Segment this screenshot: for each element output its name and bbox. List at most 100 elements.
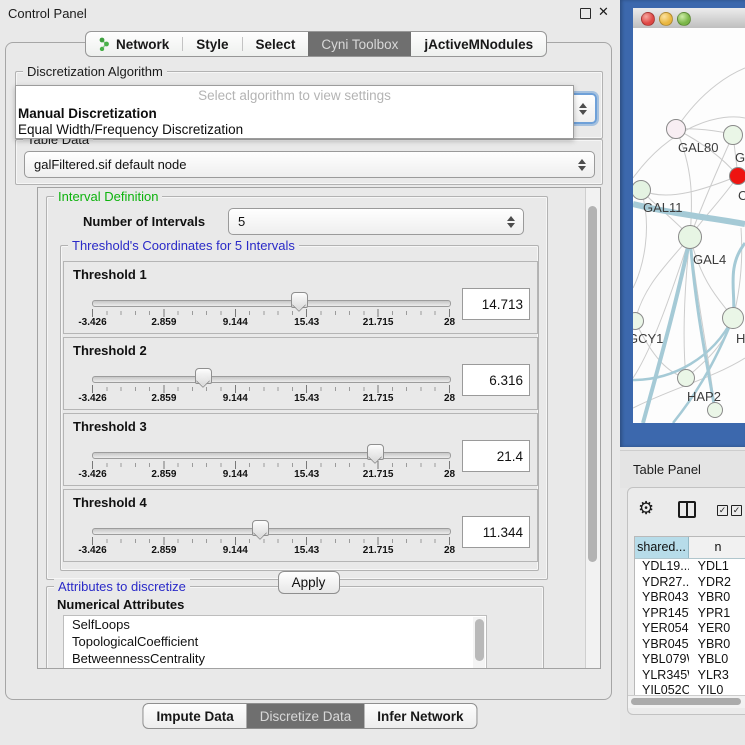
network-node[interactable] bbox=[707, 402, 723, 418]
tick-label: 21.715 bbox=[363, 393, 394, 404]
table-data-combobox[interactable]: galFiltered.sif default node bbox=[24, 151, 595, 178]
cell-name: YBL0 bbox=[689, 652, 745, 668]
numerical-attributes-list[interactable]: SelfLoopsTopologicalCoefficientBetweenne… bbox=[63, 615, 487, 669]
slider-thumb[interactable] bbox=[367, 444, 384, 460]
slider-ticks bbox=[92, 537, 450, 545]
column-header-name[interactable]: n bbox=[689, 537, 745, 558]
node-label-h: H bbox=[736, 331, 745, 346]
tick-label: 28 bbox=[444, 545, 455, 556]
table-row[interactable]: YER054CYER0 bbox=[635, 621, 745, 637]
table-panel-title: Table Panel bbox=[633, 462, 701, 477]
network-node-c[interactable] bbox=[729, 167, 745, 185]
table-row[interactable]: YBR045CYBR0 bbox=[635, 637, 745, 653]
network-canvas[interactable]: GAL80GACGAL11GAL4GCY1HHAP2 bbox=[633, 28, 745, 423]
thresholds-title: Threshold's Coordinates for 5 Intervals bbox=[68, 238, 299, 253]
tick-label: 15.43 bbox=[294, 545, 319, 556]
close-icon[interactable]: ✕ bbox=[598, 4, 609, 20]
attributes-scrollbar[interactable] bbox=[473, 617, 485, 669]
network-node-gal80[interactable] bbox=[666, 119, 686, 139]
network-icon bbox=[99, 37, 110, 51]
slider-thumb[interactable] bbox=[195, 368, 212, 384]
table-row[interactable]: YPR145WYPR1 bbox=[635, 606, 745, 622]
table-row[interactable]: YDR27...YDR2 bbox=[635, 575, 745, 591]
apply-button[interactable]: Apply bbox=[278, 571, 340, 594]
attribute-item[interactable]: TopologicalCoefficient bbox=[64, 633, 486, 650]
attribute-item[interactable]: SelfLoops bbox=[64, 616, 486, 633]
slider-track[interactable] bbox=[92, 376, 451, 383]
cyni-toolbox-panel: Discretization Algorithm Select algorith… bbox=[5, 42, 612, 700]
table-row[interactable]: YDL19...YDL1 bbox=[635, 559, 745, 575]
threshold-value-field[interactable]: 14.713 bbox=[462, 288, 530, 320]
tab-cyni-toolbox[interactable]: Cyni Toolbox bbox=[308, 32, 411, 56]
tick-label: 9.144 bbox=[223, 393, 248, 404]
threshold-label: Threshold 1 bbox=[73, 267, 147, 282]
table-row[interactable]: YBL079WYBL0 bbox=[635, 652, 745, 668]
tab-style[interactable]: Style bbox=[183, 32, 241, 56]
cell-name: YLR3 bbox=[689, 668, 745, 684]
scrollbar-thumb[interactable] bbox=[631, 698, 741, 705]
slider-thumb[interactable] bbox=[252, 520, 269, 536]
float-window-icon[interactable] bbox=[580, 8, 591, 19]
table-row[interactable]: YLR345WYLR3 bbox=[635, 668, 745, 684]
network-node-ga[interactable] bbox=[723, 125, 743, 145]
cell-name: YBR0 bbox=[689, 590, 745, 606]
network-node-gal4[interactable] bbox=[678, 225, 702, 249]
threshold-label: Threshold 3 bbox=[73, 419, 147, 434]
cell-shared-name: YBR045C bbox=[635, 637, 689, 653]
threshold-label: Threshold 2 bbox=[73, 343, 147, 358]
bottom-tabbar: Impute DataDiscretize DataInfer Network bbox=[142, 703, 477, 729]
tab-infer-network[interactable]: Infer Network bbox=[364, 704, 476, 728]
table-data-group: Table Data galFiltered.sif default node bbox=[15, 139, 603, 185]
tab-impute-data[interactable]: Impute Data bbox=[143, 704, 246, 728]
cell-shared-name: YDL19... bbox=[635, 559, 689, 575]
node-label-ga: GA bbox=[735, 150, 745, 165]
num-intervals-combobox[interactable]: 5 bbox=[228, 208, 524, 235]
tick-label: 21.715 bbox=[363, 469, 394, 480]
attribute-item[interactable]: BetweennessCentrality bbox=[64, 650, 486, 667]
slider-thumb[interactable] bbox=[291, 292, 308, 308]
table-panel-titlebar: Table Panel bbox=[620, 450, 745, 488]
scrollbar-thumb[interactable] bbox=[588, 206, 597, 562]
popup-hint-item[interactable]: Select algorithm to view settings bbox=[16, 86, 573, 106]
tick-label: 28 bbox=[444, 317, 455, 328]
minimize-traffic-light-icon[interactable] bbox=[659, 12, 673, 26]
discretization-algorithm-title: Discretization Algorithm bbox=[23, 64, 167, 79]
node-table[interactable]: shared... n YDL19...YDL1YDR27...YDR2YBR0… bbox=[634, 536, 745, 697]
tick-label: 2.859 bbox=[151, 469, 176, 480]
gear-icon[interactable]: ⚙ bbox=[638, 498, 654, 519]
network-node-hap2[interactable] bbox=[677, 369, 695, 387]
attributes-title: Attributes to discretize bbox=[54, 579, 190, 594]
panel-title: Control Panel bbox=[8, 6, 87, 21]
cell-name: YDL1 bbox=[689, 559, 745, 575]
num-intervals-label: Number of Intervals bbox=[83, 214, 205, 229]
threshold-value-field[interactable]: 11.344 bbox=[462, 516, 530, 548]
table-row[interactable]: YBR043CYBR0 bbox=[635, 590, 745, 606]
scrollbar-thumb[interactable] bbox=[475, 619, 484, 661]
checkbox-icon[interactable]: ✓ bbox=[717, 505, 728, 516]
slider-track[interactable] bbox=[92, 452, 451, 459]
popup-option[interactable]: Equal Width/Frequency Discretization bbox=[16, 122, 573, 138]
popup-option[interactable]: Manual Discretization bbox=[16, 106, 573, 122]
threshold-panel-1: Threshold 1-3.4262.8599.14415.4321.71528… bbox=[63, 261, 538, 334]
slider-track[interactable] bbox=[92, 300, 451, 307]
tab-discretize-data[interactable]: Discretize Data bbox=[247, 704, 365, 728]
pane-vertical-scrollbar[interactable] bbox=[585, 188, 600, 668]
interval-definition-title: Interval Definition bbox=[54, 189, 162, 204]
close-traffic-light-icon[interactable] bbox=[641, 12, 655, 26]
network-node-h[interactable] bbox=[722, 307, 744, 329]
tab-select[interactable]: Select bbox=[243, 32, 309, 56]
tab-jactivemnodules[interactable]: jActiveMNodules bbox=[411, 32, 546, 56]
column-header-shared[interactable]: shared... bbox=[635, 537, 689, 558]
tab-network[interactable]: Network bbox=[86, 32, 182, 56]
threshold-value-field[interactable]: 21.4 bbox=[462, 440, 530, 472]
num-intervals-value: 5 bbox=[238, 214, 245, 229]
threshold-value-field[interactable]: 6.316 bbox=[462, 364, 530, 396]
settings-scrollpane: Interval Definition Number of Intervals … bbox=[37, 187, 601, 669]
zoom-traffic-light-icon[interactable] bbox=[677, 12, 691, 26]
tick-label: 9.144 bbox=[223, 545, 248, 556]
checkbox-icon[interactable]: ✓ bbox=[731, 505, 742, 516]
tick-label: 28 bbox=[444, 469, 455, 480]
split-columns-icon[interactable] bbox=[678, 501, 696, 518]
slider-track[interactable] bbox=[92, 528, 451, 535]
table-horizontal-scrollbar[interactable] bbox=[628, 695, 745, 708]
